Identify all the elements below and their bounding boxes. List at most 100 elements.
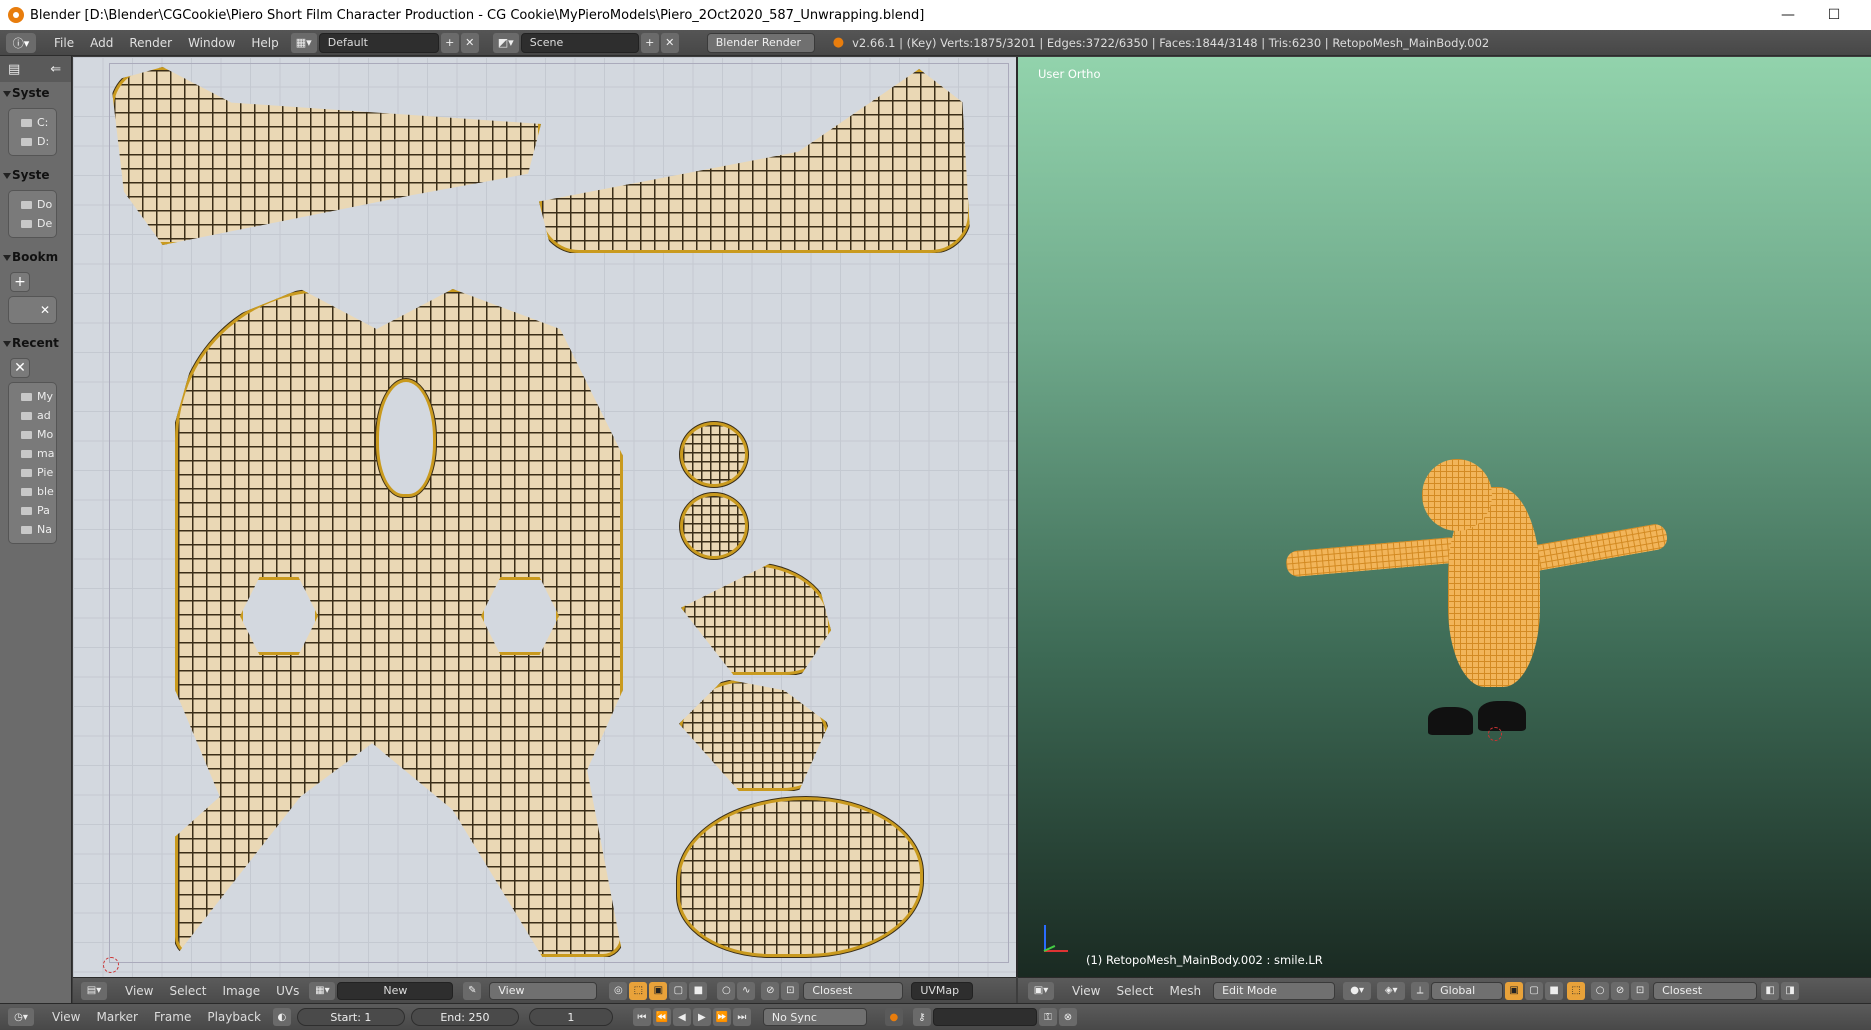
proportional-edit-icon[interactable]: ○ [1591,981,1610,1000]
remove-screen-button[interactable]: ✕ [460,32,479,53]
editor-type-uv-icon[interactable]: ▤▾ [81,981,107,1000]
recent-item[interactable]: Pa [9,501,56,520]
recent-item[interactable]: ma [9,444,56,463]
uv-island-arm-right[interactable] [539,69,971,253]
new-image-button[interactable]: New [337,981,454,1000]
add-scene-button[interactable]: + [640,32,659,53]
render-engine-select[interactable]: Blender Render [706,32,815,53]
uv-menu-select[interactable]: Select [161,984,214,998]
timeline-menu-playback[interactable]: Playback [199,1010,269,1024]
drive-item[interactable]: D: [9,132,56,151]
jump-keyframe-forward-icon[interactable]: ⏩ [712,1008,731,1026]
snap-icon[interactable]: ⊘ [761,981,780,1000]
folder-item[interactable]: Do [9,195,56,214]
3d-menu-mesh[interactable]: Mesh [1162,984,1210,998]
menu-add[interactable]: Add [82,36,121,50]
uv-2d-cursor-icon[interactable] [103,957,119,973]
recent-item[interactable]: Pie [9,463,56,482]
keying-set-icon[interactable]: ⚷ [912,1008,931,1026]
uv-menu-image[interactable]: Image [215,984,269,998]
character-arm-left-mesh[interactable] [1285,536,1462,578]
render-preview-icon[interactable]: ◧ [1761,981,1780,1000]
edge-mode-icon[interactable]: ▢ [1525,981,1544,1000]
vertex-mode-icon[interactable]: ▣ [1505,981,1524,1000]
menu-file[interactable]: File [46,36,82,50]
recent-item[interactable]: ble [9,482,56,501]
play-icon[interactable]: ▶ [692,1008,711,1026]
recent-item[interactable]: Na [9,520,56,539]
close-icon[interactable]: ✕ [40,303,50,317]
uv-editor-canvas[interactable] [73,57,1016,977]
uv-island-eye-lower[interactable] [680,493,748,559]
scene-field[interactable]: Scene [520,32,639,53]
add-screen-button[interactable]: + [440,32,459,53]
record-icon[interactable]: ● [884,1008,903,1026]
scene-icon[interactable]: ◩▾ [492,32,519,53]
snap-target-icon[interactable]: ⊡ [781,981,800,1000]
snap-element-icon[interactable]: ⊡ [1631,981,1650,1000]
uv-island-fan-upper[interactable] [681,563,831,675]
section-recent[interactable]: Recent [0,332,71,354]
uv-snap-select[interactable]: Closest [803,981,904,1000]
folder-icon[interactable]: ▤ [8,62,20,77]
timeline-menu-marker[interactable]: Marker [88,1010,145,1024]
screen-layout-field[interactable]: Default [318,32,439,53]
jump-end-icon[interactable]: ⏭ [732,1008,751,1026]
bookmark-entry[interactable]: ✕ [8,296,57,324]
delete-keyframe-icon[interactable]: ⊗ [1058,1008,1077,1026]
editor-type-3d-icon[interactable]: ▣▾ [1028,981,1054,1000]
jump-start-icon[interactable]: ⏮ [632,1008,651,1026]
uv-island-fan-lower[interactable] [679,679,829,791]
view-select[interactable]: View [489,981,598,1000]
minimize-button[interactable]: — [1765,0,1811,30]
vertex-select-icon[interactable]: ▣ [649,981,668,1000]
menu-help[interactable]: Help [243,36,286,50]
face-select-icon[interactable]: ■ [689,981,708,1000]
jump-keyframe-back-icon[interactable]: ⏪ [652,1008,671,1026]
preview-range-icon[interactable]: ◐ [272,1008,291,1026]
image-browse-icon[interactable]: ▦▾ [309,981,336,1000]
limit-selection-icon[interactable]: ⬚ [1567,981,1586,1000]
section-bookmarks[interactable]: Bookm [0,246,71,268]
screen-layout-icon[interactable]: ▦▾ [290,32,317,53]
face-mode-icon[interactable]: ■ [1545,981,1564,1000]
play-reverse-icon[interactable]: ◀ [672,1008,691,1026]
editor-type-info-icon[interactable]: ⓘ▾ [6,32,36,53]
section-system-bookmarks[interactable]: Syste [0,164,71,186]
character-foot-right[interactable] [1478,701,1526,731]
edge-select-icon[interactable]: ▢ [669,981,688,1000]
uv-menu-view[interactable]: View [117,984,161,998]
snap-toggle-icon[interactable]: ⊘ [1611,981,1630,1000]
pivot-point-icon[interactable]: ◈▾ [1377,981,1406,1000]
folder-item[interactable]: De [9,214,56,233]
maximize-button[interactable]: ☐ [1811,0,1857,30]
layer-icon[interactable]: ◨ [1781,981,1800,1000]
recent-item[interactable]: My [9,387,56,406]
sync-selection-icon[interactable]: ⬚ [629,981,648,1000]
sync-select[interactable]: No Sync [762,1008,867,1026]
add-bookmark-button[interactable]: + [10,272,30,292]
proportional-falloff-icon[interactable]: ∿ [737,981,756,1000]
back-arrow-icon[interactable]: ⇐ [50,62,61,77]
uv-island-arm-left[interactable] [111,67,541,245]
pivot-icon[interactable]: ◎ [609,981,628,1000]
proportional-icon[interactable]: ○ [717,981,736,1000]
insert-keyframe-icon[interactable]: ⚿ [1038,1008,1057,1026]
keying-set-field[interactable] [932,1008,1037,1026]
timeline-menu-frame[interactable]: Frame [146,1010,199,1024]
start-frame-field[interactable]: Start: 1 [296,1008,405,1026]
3d-menu-select[interactable]: Select [1108,984,1161,998]
uv-island-eye-upper[interactable] [680,422,748,487]
editor-type-timeline-icon[interactable]: ◷▾ [8,1008,34,1026]
3d-viewport[interactable]: User Ortho (1) RetopoMesh_MainBody.002 :… [1018,57,1871,977]
character-foot-left[interactable] [1428,707,1473,735]
pin-icon[interactable]: ✎ [463,981,482,1000]
mode-select[interactable]: Edit Mode [1213,981,1336,1000]
remove-scene-button[interactable]: ✕ [660,32,679,53]
manipulator-icon[interactable]: ⟂ [1411,981,1430,1000]
recent-item[interactable]: Mo [9,425,56,444]
uv-island-foot[interactable] [677,797,923,957]
clear-recent-button[interactable]: ✕ [10,358,30,378]
orientation-select[interactable]: Global [1431,981,1504,1000]
3d-menu-view[interactable]: View [1064,984,1108,998]
